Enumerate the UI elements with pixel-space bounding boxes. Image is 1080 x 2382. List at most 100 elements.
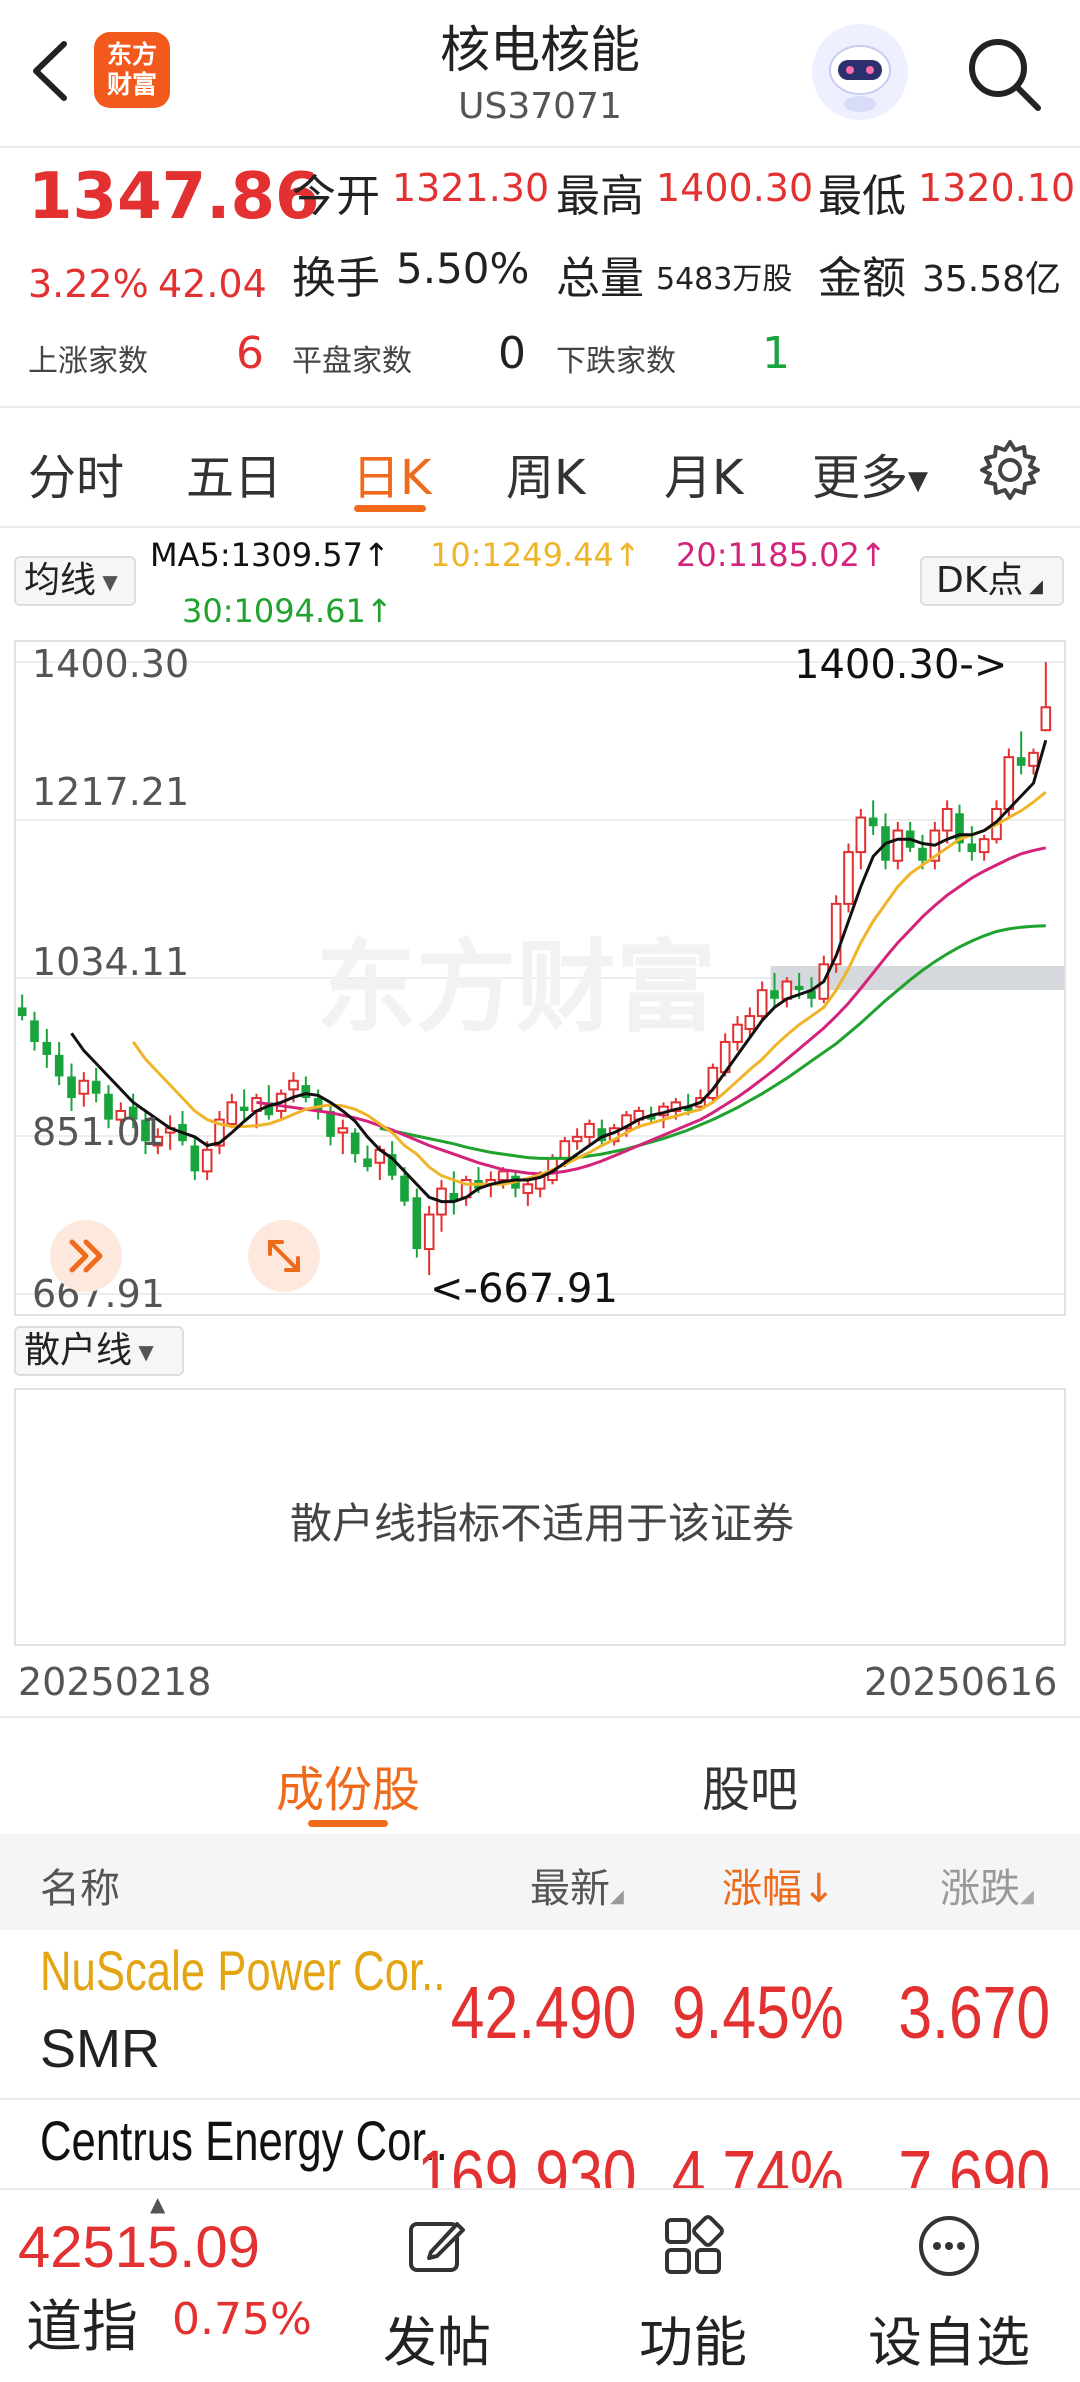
tab-stock-forum[interactable]: 股吧 (702, 1750, 798, 1820)
y-tick-label: 1034.11 (32, 940, 190, 984)
low-value: 1320.10 (918, 166, 1076, 210)
page-title: 核电核能 (440, 21, 640, 79)
high-value: 1400.30 (656, 166, 814, 210)
candle-body (756, 989, 768, 1018)
tab-more-label: 更多 (812, 450, 909, 506)
y-tick-label: 1400.30 (32, 642, 190, 686)
dk-selector-label: DK点 (936, 560, 1024, 601)
functions-label: 功能 (639, 2311, 747, 2374)
stock-code: SMR (40, 2019, 160, 2079)
candle-body (732, 1023, 743, 1043)
candle-body (967, 843, 977, 853)
tab-intraday[interactable]: 分时 (28, 438, 124, 508)
back-arrow-icon[interactable] (22, 36, 82, 106)
candle-body (42, 1041, 52, 1055)
tab-five-day[interactable]: 五日 (186, 438, 282, 508)
volume-label: 总量 (556, 253, 644, 304)
apps-grid-icon (665, 2215, 724, 2274)
last-price: 1347.86 (28, 160, 320, 234)
candle-body (941, 807, 953, 832)
candle-body (363, 1158, 372, 1168)
logo-text-top: 东方 (106, 40, 157, 69)
candle-body (770, 990, 779, 999)
y-tick-label: 851.01 (32, 1110, 165, 1154)
dk-selector[interactable]: DK点 ◢ (920, 556, 1064, 606)
col-name-header[interactable]: 名称 (40, 1856, 120, 1914)
col-change-pct-header[interactable]: 涨幅↓ (722, 1856, 836, 1914)
retail-line-selector[interactable]: 散户线 ▼ (14, 1326, 184, 1376)
add-watchlist-button[interactable]: 设自选 (864, 2214, 1034, 2377)
sort-icon: ◢ (610, 1886, 624, 1907)
candle-body (313, 1098, 323, 1111)
ma10-value: 10:1249.44↑ (430, 536, 641, 574)
ma-selector[interactable]: 均线 ▼ (14, 556, 136, 606)
chart-bottom-divider (0, 1716, 1080, 1718)
tab-weekly-k[interactable]: 周K (506, 438, 585, 508)
tab-constituents[interactable]: 成份股 (276, 1750, 420, 1820)
candle-body (201, 1148, 213, 1173)
candle-body (288, 1079, 299, 1091)
candle-body (843, 851, 854, 905)
robot-assistant-icon[interactable] (812, 24, 908, 120)
index-name: 道指 (26, 2295, 138, 2360)
bottom-bar: ▲ 42515.09 道指 0.75% 发帖 功能 设自选 (0, 2188, 1080, 2382)
post-label: 发帖 (383, 2311, 491, 2374)
gear-icon[interactable] (978, 438, 1042, 502)
add-watchlist-label: 设自选 (868, 2311, 1030, 2374)
edit-icon (409, 2222, 465, 2272)
amount-label: 金额 (818, 253, 906, 304)
stock-change-pct: 9.45% (671, 1971, 844, 2054)
flat-count-label: 平盘家数 (292, 344, 412, 379)
header-divider (0, 146, 1080, 148)
col-latest-header[interactable]: 最新◢ (530, 1856, 624, 1914)
table-row[interactable]: NuScale Power Cor.. SMR 42.490 9.45% 3.6… (0, 1930, 1080, 2098)
x-start-date: 20250218 (18, 1660, 212, 1704)
tab-monthly-k[interactable]: 月K (664, 438, 743, 508)
active-tab-indicator (354, 505, 426, 512)
app-logo[interactable]: 东方 财富 (94, 32, 170, 108)
down-count-label: 下跌家数 (556, 344, 676, 379)
sort-icon: ◢ (1020, 1886, 1034, 1907)
tab-more[interactable]: 更多▼ (812, 438, 928, 508)
retail-selector-label: 散户线 (24, 1330, 133, 1371)
candle-body (226, 1101, 238, 1125)
candle-body (892, 829, 904, 862)
quote-divider (0, 406, 1080, 408)
candle-body (337, 1127, 349, 1134)
col-change-header[interactable]: 涨跌◢ (940, 1856, 1034, 1914)
change-amount: 42.04 (158, 262, 267, 306)
fast-forward-icon[interactable] (48, 1218, 124, 1294)
search-icon[interactable] (962, 32, 1046, 116)
candle-body (868, 817, 878, 827)
table-row[interactable]: Centrus Energy Cor.. 169.930 4.74% 7.690 (0, 2100, 1080, 2188)
ma20-value: 20:1185.02↑ (676, 536, 887, 574)
stock-name: NuScale Power Cor.. (40, 1939, 446, 2002)
candle-body (17, 1007, 27, 1017)
open-value: 1321.30 (392, 166, 550, 210)
candle-body (584, 1122, 595, 1138)
candle-body (1003, 756, 1015, 810)
active-subtab-indicator (308, 1820, 388, 1827)
candle-body (423, 1213, 435, 1251)
x-end-date: 20250616 (864, 1660, 1058, 1704)
turnover-label: 换手 (292, 253, 380, 304)
turnover-value: 5.50% (396, 244, 530, 293)
post-button[interactable]: 发帖 (352, 2214, 522, 2377)
more-circle-icon (919, 2216, 979, 2276)
amount-value: 35.58亿 (922, 259, 1062, 300)
page-subtitle: US37071 (458, 86, 622, 127)
index-change-pct: 0.75% (172, 2294, 312, 2345)
functions-button[interactable]: 功能 (608, 2214, 778, 2377)
expand-icon[interactable] (246, 1218, 322, 1294)
candle-body (1040, 706, 1052, 732)
tab-daily-k[interactable]: 日K (352, 438, 431, 508)
candle-body (744, 1015, 756, 1031)
candle-body (30, 1020, 39, 1042)
candle-body (67, 1076, 76, 1099)
ma30-value: 30:1094.61↑ (182, 592, 393, 630)
kline-chart[interactable]: 东方财富 1400.30 1217.21 1034.11 851.01 667.… (14, 640, 1066, 1316)
ma5-value: MA5:1309.57↑ (150, 536, 390, 574)
up-count-label: 上涨家数 (28, 344, 148, 379)
candle-body (978, 838, 990, 854)
candle-body (190, 1145, 200, 1172)
